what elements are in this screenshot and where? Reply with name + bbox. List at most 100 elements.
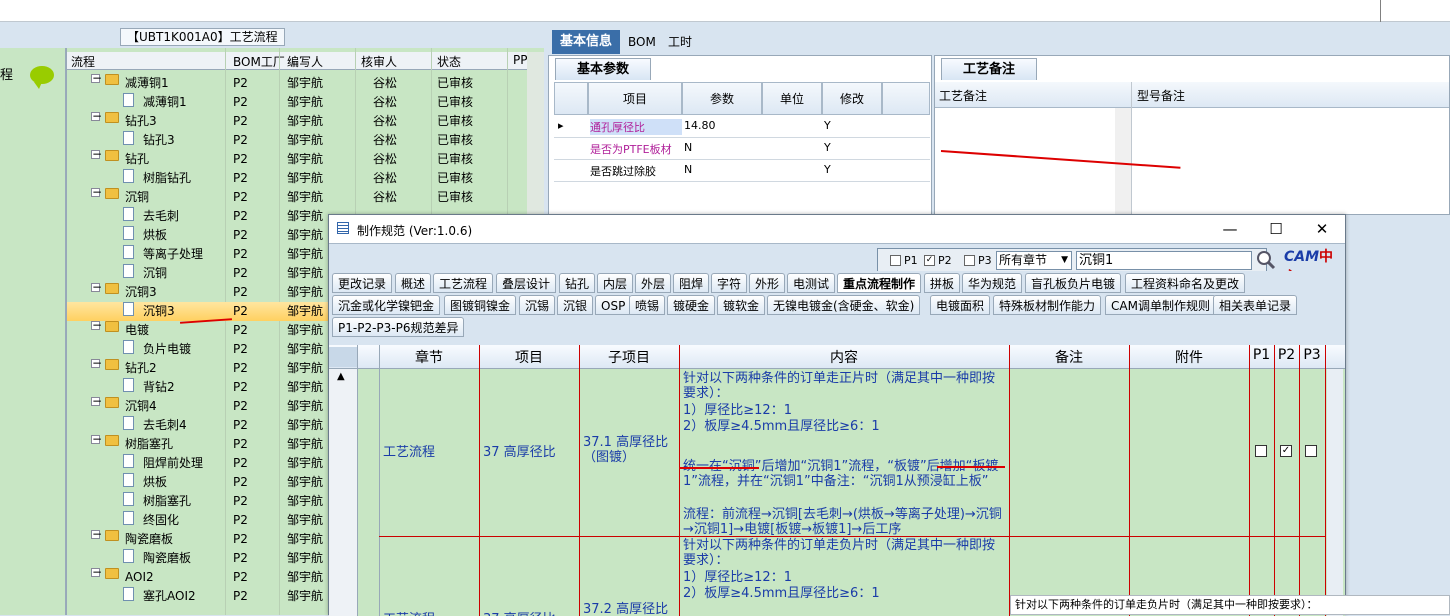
chevron-down-icon: ▼ [1061, 255, 1068, 265]
tree-header-flow[interactable]: 流程 [71, 53, 95, 70]
param-cell-value[interactable]: 14.80 [684, 119, 716, 132]
minimize-button[interactable]: — [1215, 219, 1245, 239]
grid-p2-checkbox[interactable]: ✓ [1280, 445, 1292, 457]
basic-params-panel: 基本参数 项目 参数 单位 修改 ▸ 通孔厚径比 14.80 Y 是否为PTFE板材 N Y… [548, 55, 932, 215]
spec-tab[interactable]: 图镀铜镍金 [444, 295, 517, 315]
search-input[interactable]: 沉铜1 [1076, 251, 1252, 270]
basic-params-tab[interactable]: 基本参数 [555, 58, 651, 80]
tree-header-status[interactable]: 状态 [437, 53, 461, 70]
grid-header-p2[interactable]: P2 [1274, 347, 1299, 363]
spec-tab[interactable]: 镀软金 [717, 295, 766, 315]
grid-header-attach[interactable]: 附件 [1129, 347, 1249, 367]
tree-cell-name: 钻孔2 [125, 361, 157, 375]
param-cell-value[interactable]: N [684, 141, 692, 154]
collapse-icon[interactable]: − [91, 395, 102, 407]
spec-tab[interactable]: 工艺流程 [433, 273, 494, 293]
param-row[interactable]: ▸ 通孔厚径比 14.80 Y [554, 116, 930, 138]
spec-tab[interactable]: 钻孔 [559, 273, 596, 293]
spec-tab[interactable]: 沉金或化学镍钯金 [332, 295, 441, 315]
chapter-select[interactable]: 所有章节 ▼ [996, 251, 1072, 270]
grid-scrollbar[interactable] [1327, 369, 1343, 616]
collapse-icon[interactable]: − [91, 433, 102, 445]
spec-tab[interactable]: OSP [595, 295, 632, 315]
collapse-icon[interactable]: − [91, 186, 102, 198]
spec-tab[interactable]: 电镀面积 [930, 295, 991, 315]
tab-basic-info[interactable]: 基本信息 [552, 30, 621, 54]
tree-row[interactable]: − 钻孔3 P2 邹宇航 谷松 已审核 [67, 110, 544, 131]
spec-tab[interactable]: 无镍电镀金(含硬金、软金) [767, 295, 921, 315]
spec-tab[interactable]: 相关表单记录 [1213, 295, 1298, 315]
spec-tab[interactable]: 特殊板材制作能力 [993, 295, 1102, 315]
collapse-icon[interactable]: − [91, 72, 102, 84]
remark-tab[interactable]: 工艺备注 [941, 58, 1037, 80]
spec-tab[interactable]: 内层 [597, 273, 634, 293]
tree-cell-status: 已审核 [437, 133, 474, 147]
grid-header-p3[interactable]: P3 [1299, 347, 1325, 363]
tree-header-reviewer[interactable]: 核审人 [361, 53, 397, 70]
spec-tab[interactable]: 重点流程制作 [837, 273, 922, 293]
collapse-icon[interactable]: − [91, 357, 102, 369]
spec-tab[interactable]: 阻焊 [673, 273, 710, 293]
grid-header-item[interactable]: 项目 [479, 347, 579, 367]
spec-tab[interactable]: 镀硬金 [667, 295, 716, 315]
spec-tab[interactable]: 盲孔板负片电镀 [1025, 273, 1122, 293]
scroll-up-icon[interactable]: ▲ [337, 371, 345, 382]
spec-tab[interactable]: 电测试 [787, 273, 836, 293]
collapse-icon[interactable]: − [91, 566, 102, 578]
search-icon[interactable] [1256, 250, 1276, 270]
spec-tab[interactable]: P1-P2-P3-P6规范差异 [332, 317, 465, 337]
spec-tab[interactable]: 外层 [635, 273, 672, 293]
spec-tab[interactable]: 字符 [711, 273, 748, 293]
tree-cell-name: 沉铜 [143, 266, 168, 280]
tree-row[interactable]: 钻孔3 P2 邹宇航 谷松 已审核 [67, 131, 544, 150]
grid-header-subitem[interactable]: 子项目 [579, 347, 679, 367]
spec-tab[interactable]: 外形 [749, 273, 786, 293]
spec-tab[interactable]: CAM调单制作规则 [1105, 295, 1216, 315]
grid-p1-checkbox[interactable] [1255, 445, 1267, 457]
spec-tab[interactable]: 喷锡 [629, 295, 666, 315]
tab-hours[interactable]: 工时 [660, 30, 700, 54]
grid-p3-checkbox[interactable] [1305, 445, 1317, 457]
p1-checkbox[interactable] [890, 255, 901, 266]
param-row[interactable]: 是否跳过除胶 N Y [554, 160, 930, 182]
grid-header-p1[interactable]: P1 [1249, 347, 1274, 363]
chat-bubble-icon[interactable] [30, 66, 54, 89]
collapse-icon[interactable]: − [91, 110, 102, 122]
tree-header-pp[interactable]: PP [513, 53, 527, 67]
spec-tab[interactable]: 叠层设计 [496, 273, 557, 293]
collapse-icon[interactable]: − [91, 319, 102, 331]
tree-row[interactable]: − 沉铜 P2 邹宇航 谷松 已审核 [67, 186, 544, 207]
tree-row[interactable]: − 钻孔 P2 邹宇航 谷松 已审核 [67, 148, 544, 169]
app-icon [337, 222, 349, 234]
tree-header-writer[interactable]: 编写人 [287, 53, 323, 70]
close-button[interactable]: ✕ [1307, 219, 1337, 239]
param-row[interactable]: 是否为PTFE板材 N Y [554, 138, 930, 160]
spec-tab[interactable]: 华为规范 [962, 273, 1023, 293]
collapse-icon[interactable]: − [91, 528, 102, 540]
tree-cell-name: 树脂塞孔 [125, 437, 174, 451]
tree-row[interactable]: 减薄铜1 P2 邹宇航 谷松 已审核 [67, 93, 544, 112]
spec-tab[interactable]: 概述 [395, 273, 432, 293]
param-cell-value[interactable]: N [684, 163, 692, 176]
collapse-icon[interactable]: − [91, 281, 102, 293]
grid-header-chapter[interactable]: 章节 [379, 347, 479, 367]
spec-tab[interactable]: 沉银 [557, 295, 594, 315]
tree-row[interactable]: 树脂钻孔 P2 邹宇航 谷松 已审核 [67, 169, 544, 188]
tree-header-plant[interactable]: BOM工厂 [233, 53, 285, 70]
left-nav-label[interactable]: 程 [0, 64, 13, 83]
tree-row[interactable]: − 减薄铜1 P2 邹宇航 谷松 已审核 [67, 72, 544, 93]
p2-checkbox[interactable]: ✓ [924, 255, 935, 266]
row-indicator-icon: ▸ [558, 119, 564, 132]
p3-checkbox[interactable] [964, 255, 975, 266]
chapter-select-value: 所有章节 [999, 253, 1048, 267]
collapse-icon[interactable]: − [91, 148, 102, 160]
spec-tab[interactable]: 沉锡 [519, 295, 556, 315]
spec-tab[interactable]: 更改记录 [332, 273, 393, 293]
spec-tab[interactable]: 拼板 [924, 273, 961, 293]
tab-bom[interactable]: BOM [620, 30, 664, 54]
grid-header-content[interactable]: 内容 [679, 347, 1009, 367]
grid-header-remark[interactable]: 备注 [1009, 347, 1129, 367]
spec-tab[interactable]: 工程资料命名及更改 [1125, 273, 1246, 293]
tree-cell-name: 钻孔3 [143, 133, 175, 147]
maximize-button[interactable]: ☐ [1261, 219, 1291, 239]
